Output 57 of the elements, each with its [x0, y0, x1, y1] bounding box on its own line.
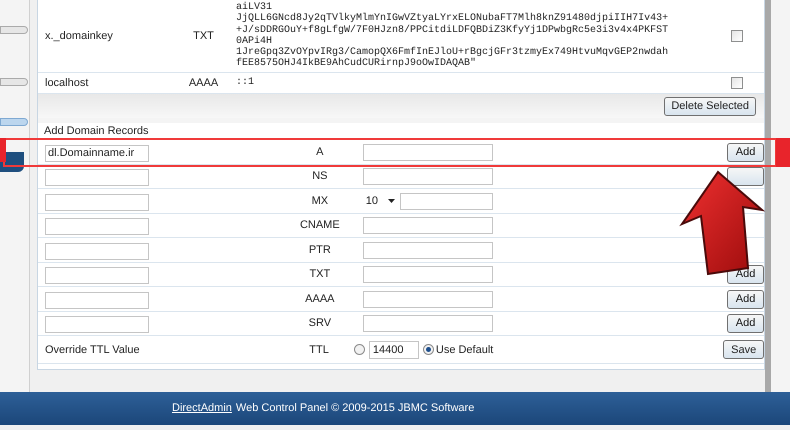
record-type: PTR	[308, 242, 332, 258]
name-field[interactable]	[45, 169, 149, 186]
record-value: 1JreGpq3ZvOYpvIRg3/CamopQX6FmfInEJloU+rBgcjGFr3tzmyEx749HtvuMqvGEP2nwdah	[236, 47, 670, 58]
add-button[interactable]: Add	[727, 290, 764, 309]
value-field[interactable]	[400, 192, 493, 210]
record-value: +J/sDDRGOuY+f8gLfgW/7F0HJzn8/PPCitdiLDFQBDiZ3KfyYj1DPwbgRc5e3i3v4x4PKFST	[236, 24, 670, 36]
name-field[interactable]	[45, 242, 149, 260]
section-title: Add Domain Records	[44, 124, 149, 140]
value-field[interactable]	[362, 242, 493, 259]
add-button[interactable]: Add	[727, 142, 764, 162]
record-type: TTL	[308, 342, 330, 358]
record-type: SRV	[308, 316, 332, 332]
sidebar-button[interactable]	[0, 78, 28, 86]
radio-button[interactable]	[422, 344, 434, 356]
name-field[interactable]	[45, 194, 149, 211]
save-button[interactable]: Save	[723, 340, 764, 360]
record-type: MX	[310, 194, 330, 209]
record-value: ::1	[236, 77, 256, 89]
name-field[interactable]	[45, 316, 149, 334]
record-type: TXT	[308, 267, 332, 282]
record-type: CNAME	[298, 218, 341, 234]
record-value: fEE8575OHJ4IkBE9AhCudCURirnpJ9oOwIDAQAB"	[236, 58, 478, 70]
record-type: TXT	[192, 28, 215, 44]
value-field[interactable]	[362, 217, 493, 234]
name-field[interactable]	[45, 267, 149, 284]
ttl-label: Override TTL Value	[44, 342, 141, 358]
checkbox[interactable]	[731, 77, 743, 90]
sidebar-button[interactable]	[0, 26, 28, 34]
record-name: x._domainkey	[44, 28, 114, 44]
value-field[interactable]	[362, 290, 493, 308]
priority-select[interactable]: 10	[362, 192, 398, 210]
value-field[interactable]	[362, 315, 493, 332]
record-type: A	[315, 144, 324, 160]
record-value: aiLV31	[236, 2, 272, 13]
value-field[interactable]	[362, 168, 493, 186]
delete-selected-button[interactable]: Delete Selected	[664, 96, 756, 116]
footer-text: Web Control Panel © 2009-2015 JBMC Software	[236, 401, 474, 416]
add-button[interactable]: Add	[727, 314, 764, 334]
record-type: AAAA	[304, 292, 336, 307]
radio-label: Use Default	[436, 342, 494, 358]
record-type: NS	[311, 169, 328, 184]
name-field[interactable]	[45, 218, 149, 236]
record-name: localhost	[44, 76, 90, 91]
checkbox[interactable]	[731, 30, 743, 42]
record-value: JjQLL6GNcd8Jy2qTVlkyMlmYnIGwVZtyaLYrxELONubaFT7Mlh8knZ91480djpiIIH7Iv43+	[236, 13, 670, 24]
caret-icon	[388, 199, 395, 204]
name-field[interactable]	[45, 292, 149, 309]
record-type: AAAA	[188, 76, 220, 91]
sidebar-button[interactable]	[0, 118, 28, 126]
radio-button[interactable]	[354, 344, 365, 356]
ttl-field[interactable]: 14400	[368, 340, 419, 359]
add-button[interactable]	[727, 167, 764, 186]
value-field[interactable]	[362, 144, 493, 161]
record-value: 0APi4H	[236, 36, 272, 47]
directadmin-link[interactable]: DirectAdmin	[172, 400, 232, 417]
name-field[interactable]: dl.Domainname.ir	[45, 144, 149, 162]
value-field[interactable]	[362, 266, 493, 284]
